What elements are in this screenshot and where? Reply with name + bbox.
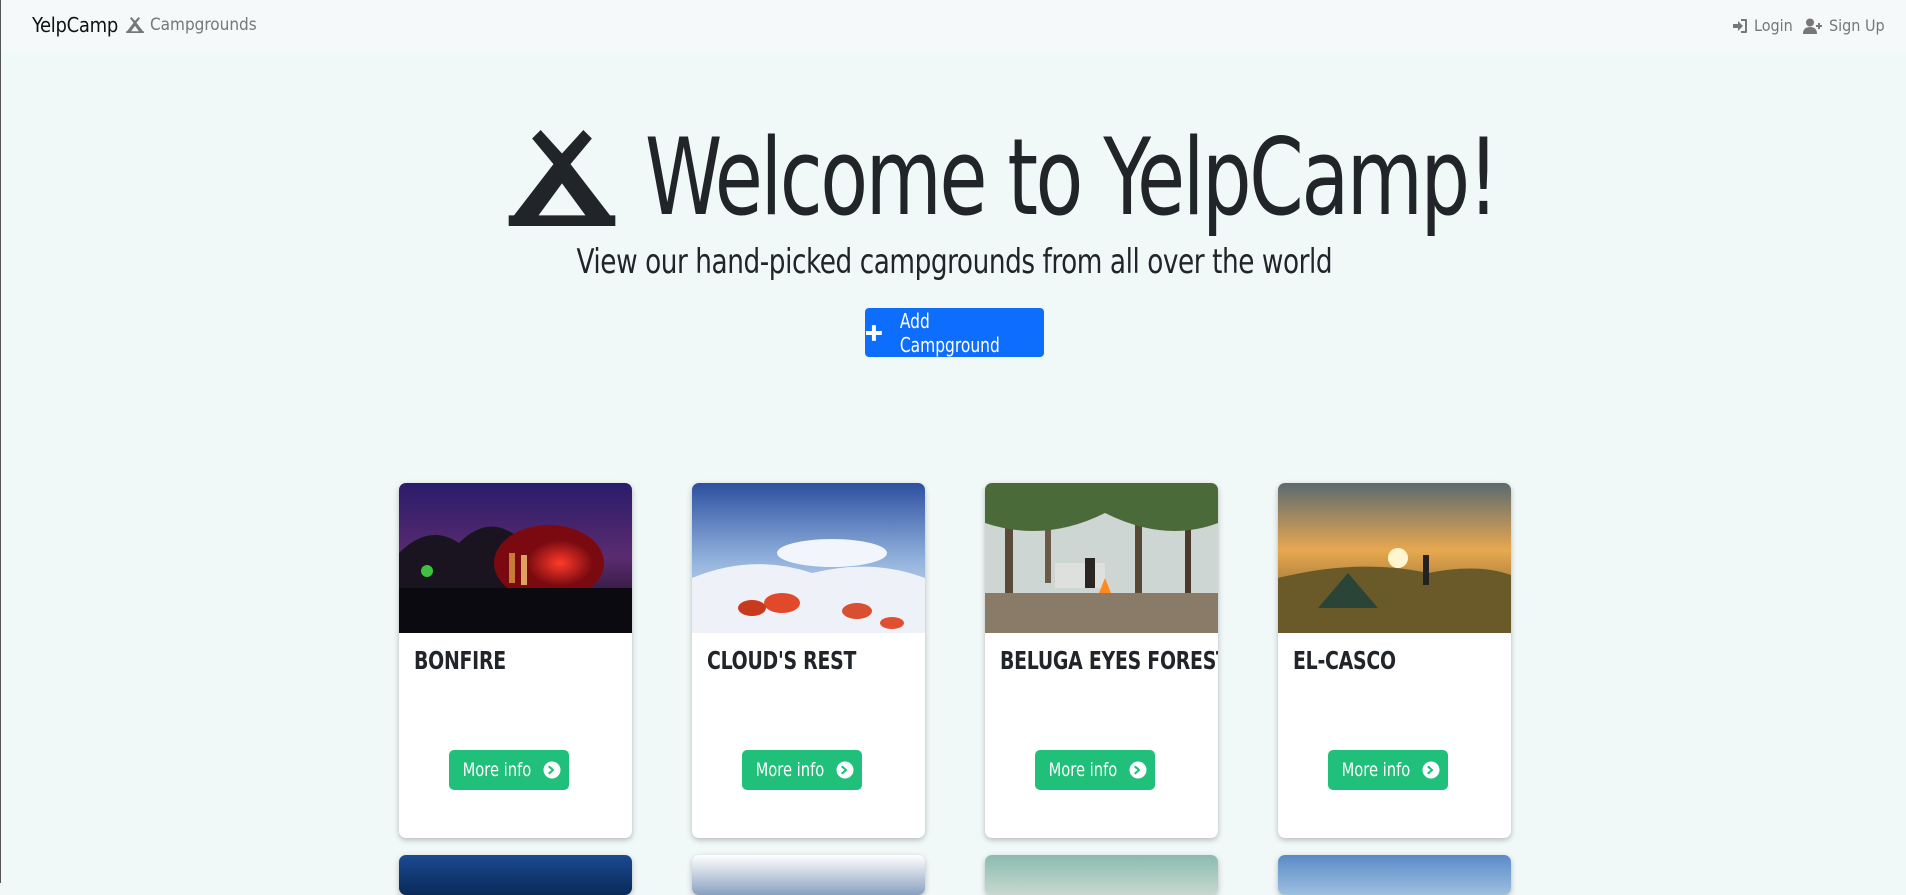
card-title: BONFIRE xyxy=(414,646,506,675)
hero-title: Welcome to YelpCamp! xyxy=(645,116,1499,239)
sign-in-icon xyxy=(1733,18,1747,33)
campground-card: CLOUD'S REST More info xyxy=(692,483,925,838)
campground-card: BELUGA EYES FOREST More info xyxy=(985,483,1218,838)
more-info-button[interactable]: More info xyxy=(1035,750,1155,790)
card-title: CLOUD'S REST xyxy=(707,646,857,675)
more-info-button[interactable]: More info xyxy=(449,750,569,790)
chevron-circle-right-icon xyxy=(836,761,854,779)
campground-card-partial xyxy=(692,855,925,895)
more-info-button[interactable]: More info xyxy=(742,750,862,790)
nav-signup-label: Sign Up xyxy=(1829,16,1885,35)
more-info-label: More info xyxy=(1048,759,1118,781)
campground-card: EL-CASCO More info xyxy=(1278,483,1511,838)
more-info-button[interactable]: More info xyxy=(1328,750,1448,790)
more-info-label: More info xyxy=(462,759,532,781)
nav-login-label: Login xyxy=(1754,16,1793,35)
campground-image xyxy=(692,483,925,633)
brand-logo[interactable]: YelpCamp xyxy=(32,13,118,37)
plus-icon xyxy=(865,324,882,341)
more-info-label: More info xyxy=(1341,759,1411,781)
hero-subtitle-text: View our hand-picked campgrounds from al… xyxy=(576,242,1332,282)
nav-campgrounds-label: Campgrounds xyxy=(150,15,257,35)
more-info-label: More info xyxy=(755,759,825,781)
hero-heading: Welcome to YelpCamp! xyxy=(501,118,1684,238)
campground-card: BONFIRE More info xyxy=(399,483,632,838)
campground-card-partial xyxy=(1278,855,1511,895)
campground-card-partial xyxy=(985,855,1218,895)
campground-icon xyxy=(508,130,616,226)
nav-campgrounds[interactable]: Campgrounds xyxy=(126,15,257,35)
navbar: YelpCamp Campgrounds Login Sign Up xyxy=(1,0,1906,52)
chevron-circle-right-icon xyxy=(543,761,561,779)
chevron-circle-right-icon xyxy=(1129,761,1147,779)
chevron-circle-right-icon xyxy=(1422,761,1440,779)
add-campground-button[interactable]: Add Campground xyxy=(865,308,1044,357)
card-title: BELUGA EYES FOREST xyxy=(1000,646,1218,675)
campground-image xyxy=(399,483,632,633)
card-title: EL-CASCO xyxy=(1293,646,1396,675)
campground-image xyxy=(985,483,1218,633)
campground-icon xyxy=(126,17,144,33)
user-plus-icon xyxy=(1803,18,1822,34)
campground-image xyxy=(1278,483,1511,633)
add-campground-label: Add Campground xyxy=(899,308,1000,357)
nav-login[interactable]: Login xyxy=(1732,16,1793,35)
nav-signup[interactable]: Sign Up xyxy=(1803,16,1885,35)
campground-card-partial xyxy=(399,855,632,895)
hero-subtitle: View our hand-picked campgrounds from al… xyxy=(1,242,1906,282)
